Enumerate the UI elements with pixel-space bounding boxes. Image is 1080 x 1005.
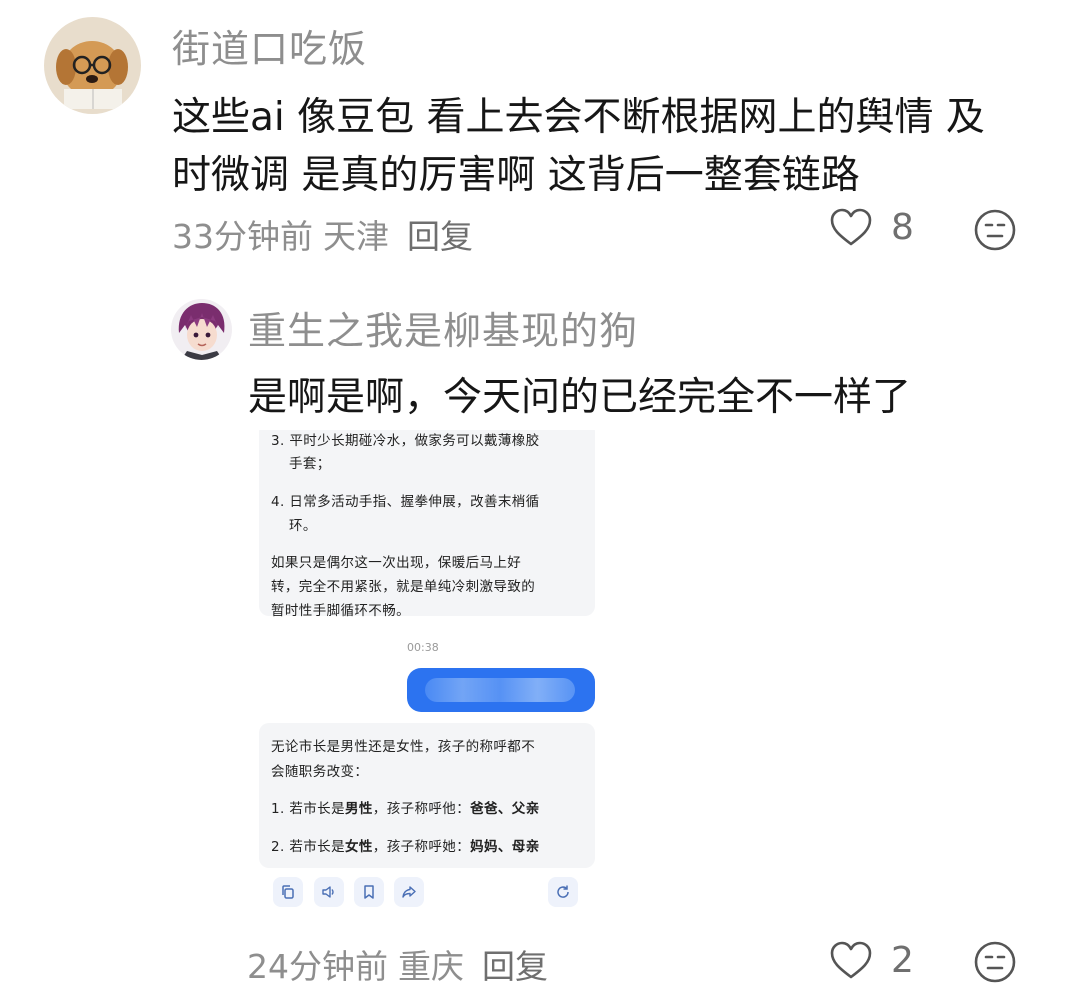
heart-icon [830,208,872,245]
blurred-message [425,678,575,702]
neutral-face-icon [974,941,1016,983]
comment-time: 33分钟前 [172,217,313,256]
regenerate-button[interactable] [548,877,578,907]
ai-reply-line: 手套； [289,456,331,472]
like-button[interactable]: 8 [829,207,914,248]
comment-location: 重庆 [398,947,464,986]
ai-reply-line: 环。 [289,518,317,534]
refresh-icon [557,885,569,898]
item-bold: 男性 [344,801,373,817]
heart-icon [830,941,872,978]
share-button[interactable] [394,877,424,907]
comment-text-line: 这些ai 像豆包 看上去会不断根据网上的舆情 及 [172,95,985,140]
ai-reply-line: 3. 平时少长期碰冷水，做家务可以戴薄橡胶 [271,433,540,449]
item-mid: ，孩子称呼他： [372,801,471,817]
bookmark-icon [364,885,374,899]
item-prefix: 1. 若市长是 [271,801,345,817]
item-mid: ，孩子称呼她： [372,839,471,855]
ai-reply-line: 如果只是偶尔这一次出现，保暖后马上好 [271,555,522,571]
dog-avatar-icon [44,17,141,114]
bookmark-button[interactable] [354,877,384,907]
anime-avatar-icon [171,299,232,360]
ai-reply-line: 无论市长是男性还是女性，孩子的称呼都不 [271,739,536,755]
comment-meta: 24分钟前 重庆 回复 [247,940,548,988]
ai-reply-line: 转，完全不用紧张，就是单纯冷刺激导致的 [271,579,536,595]
copy-icon [282,885,294,899]
ai-reply-line: 暂时性手脚循环不畅。 [271,603,410,619]
read-aloud-button[interactable] [314,877,344,907]
ai-reply-item: 1. 若市长是男性，孩子称呼他：爸爸、父亲 [271,797,540,817]
reply-button[interactable]: 回复 [407,210,473,258]
username[interactable]: 重生之我是柳基现的狗 [248,300,638,355]
comment-text-line: 时微调 是真的厉害啊 这背后一整套链路 [172,153,860,198]
item-bold: 女性 [344,839,373,855]
copy-button[interactable] [273,877,303,907]
neutral-face-icon [974,209,1016,251]
item-answer: 妈妈、母亲 [470,839,540,855]
emoji-reaction-button[interactable] [973,940,1017,984]
attached-screenshot[interactable]: 3. 平时少长期碰冷水，做家务可以戴薄橡胶 手套； 4. 日常多活动手指、握拳伸… [257,430,607,912]
ai-reply-line: 会随职务改变： [271,764,369,780]
avatar[interactable] [44,17,141,114]
item-answer: 爸爸、父亲 [470,801,540,817]
user-message-bubble [407,668,595,712]
comment-meta: 33分钟前 天津 回复 [172,210,473,258]
ai-reply-line: 4. 日常多活动手指、握拳伸展，改善末梢循 [271,494,540,510]
reply-button[interactable]: 回复 [482,940,548,988]
like-button[interactable]: 2 [829,940,914,981]
share-icon [402,886,416,898]
speaker-icon [322,886,334,898]
comment-time: 24分钟前 [247,947,388,986]
ai-reply-item: 2. 若市长是女性，孩子称呼她：妈妈、母亲 [271,835,540,855]
username[interactable]: 街道口吃饭 [172,18,367,73]
avatar[interactable] [171,299,232,360]
like-count: 8 [891,207,914,248]
item-prefix: 2. 若市长是 [271,839,345,855]
like-count: 2 [891,940,914,981]
comment-location: 天津 [323,217,389,256]
comment-text: 是啊是啊，今天问的已经完全不一样了 [248,375,912,420]
message-timestamp: 00:38 [407,641,439,654]
emoji-reaction-button[interactable] [973,208,1017,252]
